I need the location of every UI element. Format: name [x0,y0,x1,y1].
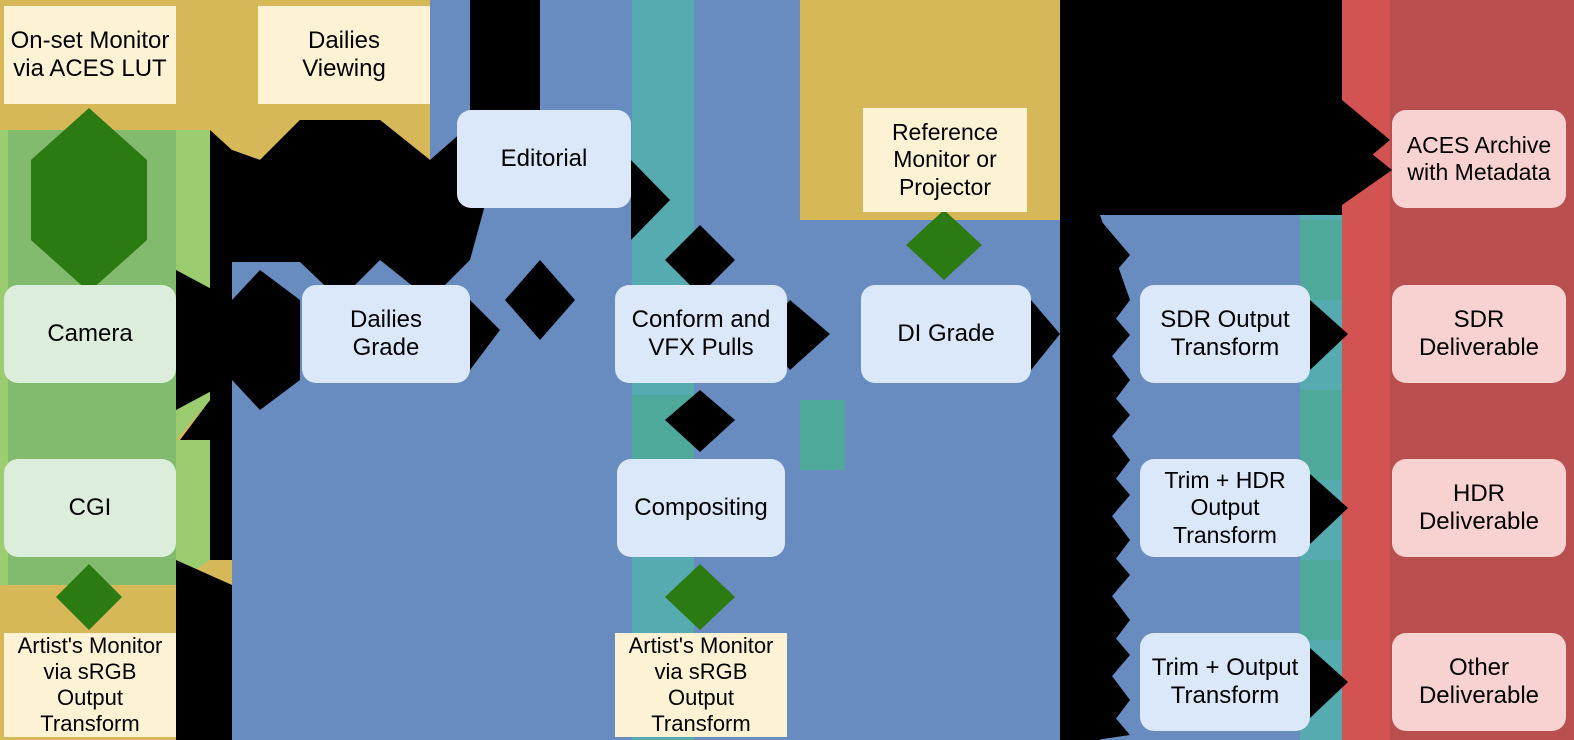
node-hdr-deliverable[interactable]: HDR Deliverable [1392,459,1566,557]
band-teal-a [632,0,694,270]
node-dailies-viewing[interactable]: Dailies Viewing [258,6,430,104]
node-label: Conform and VFX Pulls [631,305,771,361]
node-label: Dailies Grade [349,305,423,361]
node-reference-monitor[interactable]: Reference Monitor or Projector [863,108,1027,212]
node-onset-monitor[interactable]: On-set Monitor via ACES LUT [4,6,176,104]
node-label: On-set Monitor via ACES LUT [10,26,170,82]
diagram-canvas: On-set Monitor via ACES LUT Dailies Viewi… [0,0,1574,740]
node-label: Dailies Viewing [302,26,386,82]
node-label: Editorial [500,144,588,172]
node-trim-hdr-output[interactable]: Trim + HDR Output Transform [1140,459,1310,557]
node-label: Trim + HDR Output Transform [1164,467,1286,548]
node-compositing[interactable]: Compositing [617,459,785,557]
node-di-grade[interactable]: DI Grade [861,285,1031,383]
diagram-background [0,0,1574,740]
node-artist-monitor-2[interactable]: Artist's Monitor via sRGB Output Transfo… [615,633,787,737]
node-label: CGI [68,493,112,521]
band-teal-d [1300,220,1342,300]
node-label: ACES Archive with Metadata [1406,131,1552,185]
node-aces-archive[interactable]: ACES Archive with Metadata [1392,110,1566,208]
node-trim-output[interactable]: Trim + Output Transform [1140,633,1310,731]
node-label: Trim + Output Transform [1151,653,1299,709]
node-sdr-output[interactable]: SDR Output Transform [1140,285,1310,383]
node-artist-monitor-1[interactable]: Artist's Monitor via sRGB Output Transfo… [4,633,176,737]
node-label: SDR Output Transform [1160,305,1290,361]
node-label: Compositing [634,493,768,521]
node-cgi[interactable]: CGI [4,459,176,557]
node-label: Camera [47,319,133,347]
node-sdr-deliverable[interactable]: SDR Deliverable [1392,285,1566,383]
node-conform-vfx[interactable]: Conform and VFX Pulls [615,285,787,383]
node-other-deliverable[interactable]: Other Deliverable [1392,633,1566,731]
node-dailies-grade[interactable]: Dailies Grade [302,285,470,383]
node-label: Artist's Monitor via sRGB Output Transfo… [17,633,163,736]
band-teal-f [1300,560,1342,640]
node-label: Other Deliverable [1418,653,1540,709]
node-label: Reference Monitor or Projector [891,119,999,200]
node-label: HDR Deliverable [1418,479,1540,535]
band-teal-c [800,400,845,470]
node-label: Artist's Monitor via sRGB Output Transfo… [628,633,774,736]
node-editorial[interactable]: Editorial [457,110,631,208]
node-label: DI Grade [897,319,995,347]
edge-green-column-left [176,560,232,740]
node-label: SDR Deliverable [1418,305,1540,361]
node-camera[interactable]: Camera [4,285,176,383]
